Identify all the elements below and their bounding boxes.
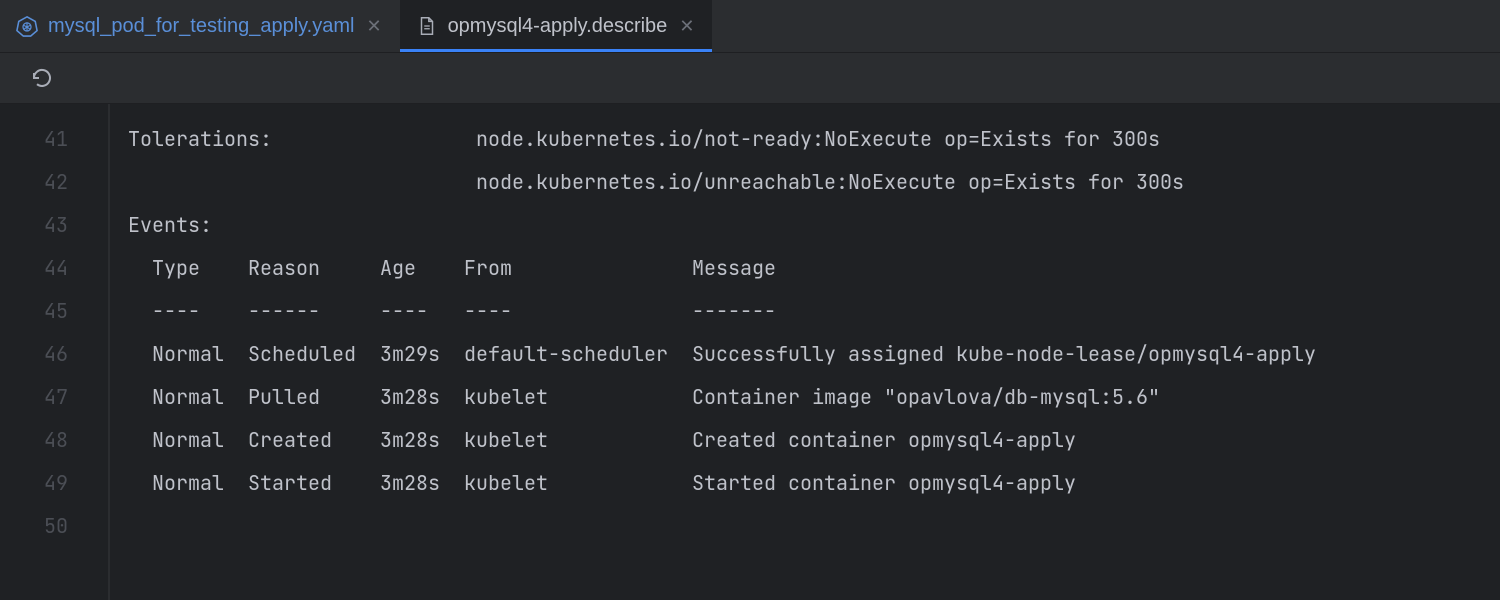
code-line: Normal Started 3m28s kubelet Started con… bbox=[110, 462, 1316, 505]
gutter: 41424344454647484950 bbox=[0, 104, 110, 600]
line-number: 50 bbox=[0, 505, 108, 548]
code-line: Normal Pulled 3m28s kubelet Container im… bbox=[110, 376, 1316, 419]
close-icon[interactable]: ✕ bbox=[364, 16, 383, 37]
code-line: Normal Scheduled 3m29s default-scheduler… bbox=[110, 333, 1316, 376]
code-line: Normal Created 3m28s kubelet Created con… bbox=[110, 419, 1316, 462]
file-icon bbox=[416, 15, 438, 37]
tab-label: opmysql4-apply.describe bbox=[448, 15, 668, 38]
tabs-bar: mysql_pod_for_testing_apply.yaml ✕ opmys… bbox=[0, 0, 1500, 52]
code-line: Tolerations: node.kubernetes.io/not-read… bbox=[110, 118, 1316, 161]
editor-area: 41424344454647484950 Tolerations: node.k… bbox=[0, 104, 1500, 600]
code-line: ---- ------ ---- ---- ------- bbox=[110, 290, 1316, 333]
line-number: 44 bbox=[0, 247, 108, 290]
line-number: 47 bbox=[0, 376, 108, 419]
code-line: Events: bbox=[110, 204, 1316, 247]
line-number: 41 bbox=[0, 118, 108, 161]
tab-yaml-file[interactable]: mysql_pod_for_testing_apply.yaml ✕ bbox=[0, 0, 400, 52]
line-number: 42 bbox=[0, 161, 108, 204]
tab-describe-file[interactable]: opmysql4-apply.describe ✕ bbox=[400, 0, 713, 52]
close-icon[interactable]: ✕ bbox=[677, 16, 696, 37]
kubernetes-icon bbox=[16, 15, 38, 37]
code-line: Type Reason Age From Message bbox=[110, 247, 1316, 290]
code-line: node.kubernetes.io/unreachable:NoExecute… bbox=[110, 161, 1316, 204]
refresh-button[interactable] bbox=[28, 64, 56, 92]
line-number: 45 bbox=[0, 290, 108, 333]
line-number: 46 bbox=[0, 333, 108, 376]
tab-label: mysql_pod_for_testing_apply.yaml bbox=[48, 15, 354, 38]
code-line bbox=[110, 505, 1316, 548]
refresh-icon bbox=[30, 66, 54, 90]
line-number: 43 bbox=[0, 204, 108, 247]
code-content[interactable]: Tolerations: node.kubernetes.io/not-read… bbox=[110, 104, 1316, 600]
line-number: 48 bbox=[0, 419, 108, 462]
toolbar bbox=[0, 52, 1500, 104]
line-number: 49 bbox=[0, 462, 108, 505]
